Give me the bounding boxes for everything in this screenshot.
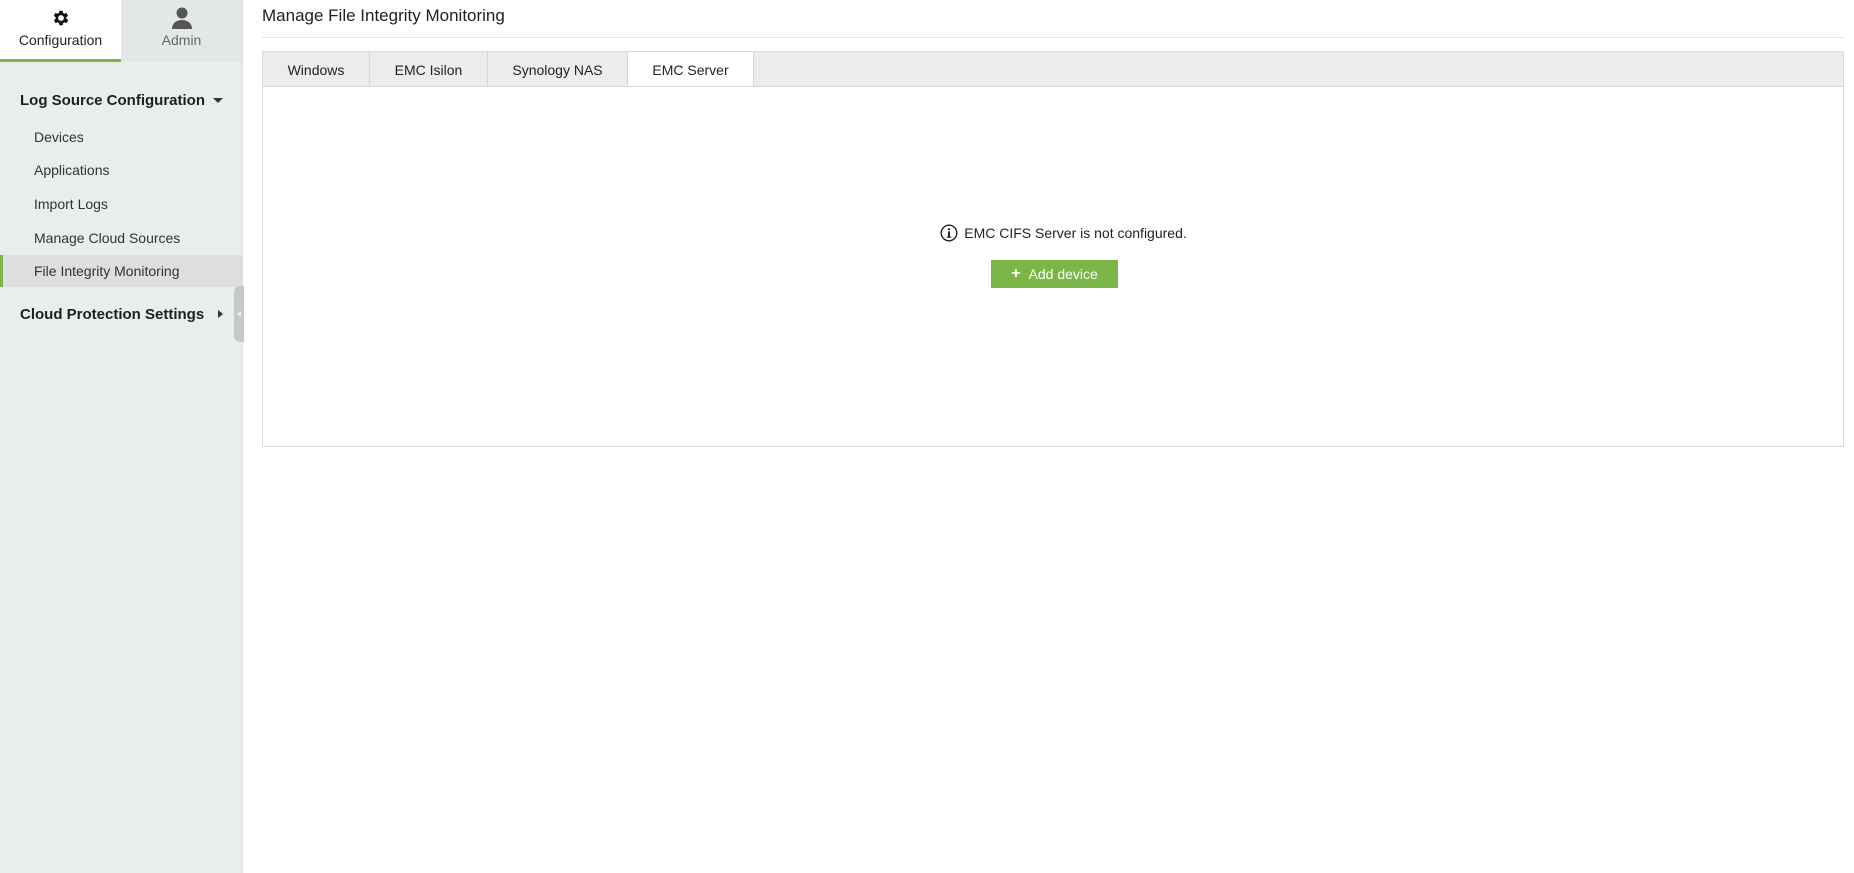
tab-label: Synology NAS — [512, 61, 603, 78]
sidebar-item-label: Import Logs — [34, 196, 108, 212]
user-icon — [171, 6, 193, 30]
caret-right-icon — [218, 310, 223, 318]
tab-label: Windows — [287, 61, 345, 78]
sidebar-item-label: Manage Cloud Sources — [34, 230, 181, 246]
sidebar-collapse-handle[interactable] — [234, 286, 244, 342]
not-configured-notice: EMC CIFS Server is not configured. — [263, 224, 1845, 242]
sidebar-item-label: File Integrity Monitoring — [34, 263, 180, 279]
tab-admin-label: Admin — [161, 32, 202, 48]
sidebar-item-manage-cloud-sources[interactable]: Manage Cloud Sources — [0, 222, 243, 254]
device-type-tabs: Windows EMC Isilon Synology NAS EMC Serv… — [262, 51, 1844, 88]
title-divider — [262, 37, 1844, 38]
section-title: Log Source Configuration — [20, 91, 205, 109]
tab-label: EMC Server — [652, 62, 729, 78]
sidebar-item-import-logs[interactable]: Import Logs — [0, 188, 243, 220]
add-device-label: Add device — [1028, 266, 1098, 282]
tab-emc-server[interactable]: EMC Server — [628, 52, 754, 88]
section-cloud-protection-settings[interactable]: Cloud Protection Settings — [0, 300, 243, 328]
sidebar-item-devices[interactable]: Devices — [0, 121, 243, 153]
sidebar-item-file-integrity-monitoring[interactable]: File Integrity Monitoring — [0, 255, 243, 287]
tab-synology-nas[interactable]: Synology NAS — [488, 52, 628, 87]
section-log-source-configuration[interactable]: Log Source Configuration — [0, 86, 243, 114]
chevron-left-icon — [237, 311, 241, 317]
sidebar-top-tabs: Configuration Admin — [0, 0, 243, 62]
sidebar-item-label: Applications — [34, 162, 110, 178]
app-root: Configuration Admin Log Source Configura… — [0, 0, 1854, 873]
gear-icon — [51, 6, 71, 30]
tab-label: EMC Isilon — [394, 61, 463, 78]
tab-configuration-label: Configuration — [18, 32, 103, 48]
tab-configuration[interactable]: Configuration — [0, 0, 121, 62]
tab-windows[interactable]: Windows — [263, 52, 370, 87]
add-device-button[interactable]: + Add device — [991, 260, 1118, 288]
notice-text: EMC CIFS Server is not configured. — [964, 225, 1187, 241]
plus-icon: + — [1011, 265, 1021, 282]
tab-content-panel: EMC CIFS Server is not configured. + Add… — [262, 86, 1844, 447]
tab-emc-isilon[interactable]: EMC Isilon — [370, 52, 488, 87]
page-title: Manage File Integrity Monitoring — [262, 6, 505, 25]
sidebar-item-label: Devices — [34, 129, 84, 145]
caret-down-icon — [213, 97, 223, 103]
info-icon — [940, 224, 958, 242]
section-title: Cloud Protection Settings — [20, 305, 205, 323]
sidebar-item-applications[interactable]: Applications — [0, 154, 243, 186]
sidebar: Configuration Admin Log Source Configura… — [0, 0, 244, 873]
tab-admin[interactable]: Admin — [121, 0, 242, 62]
